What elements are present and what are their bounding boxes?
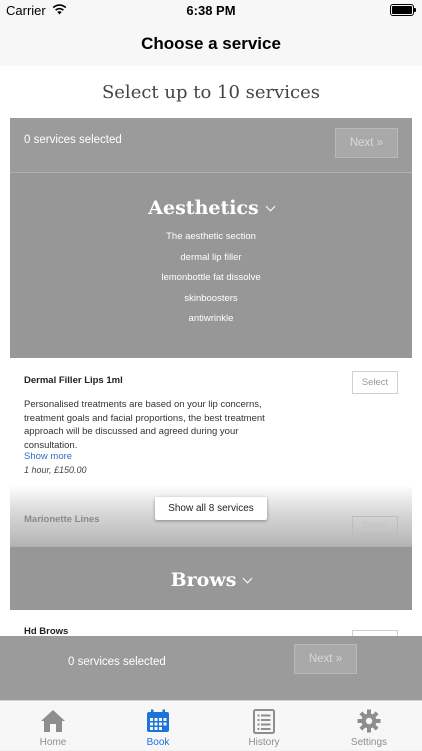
category-title-text: Brows [170, 569, 237, 591]
tab-history[interactable]: History [211, 701, 317, 751]
next-button-label: Next [349, 137, 374, 149]
next-button[interactable]: Next » [294, 644, 357, 674]
category-title-text: Aesthetics [148, 197, 259, 219]
tab-label: Settings [350, 737, 388, 748]
show-all-services-button[interactable]: Show all 8 services [155, 497, 267, 520]
select-service-button[interactable]: Select [352, 371, 398, 394]
category-aesthetics[interactable]: Aesthetics The aesthetic section dermal … [10, 172, 412, 358]
selected-count-label: 0 services selected [24, 134, 122, 146]
category-brows[interactable]: Brows [10, 546, 412, 610]
tab-settings[interactable]: Settings [316, 701, 422, 751]
double-chevron-right-icon: » [376, 137, 384, 149]
navigation-bar: Choose a service [0, 22, 422, 66]
tab-bar: Home Book History Settings [0, 700, 422, 750]
gear-icon [357, 709, 381, 733]
subsection-item[interactable]: dermal lip filler [10, 248, 412, 269]
status-bar: Carrier 6:38 PM [0, 0, 422, 22]
tab-label: Book [146, 737, 170, 748]
list-icon [253, 709, 275, 734]
select-service-button[interactable]: Select [352, 516, 398, 536]
category-subsections: The aesthetic section dermal lip filler … [10, 227, 412, 330]
chevron-down-icon [242, 573, 253, 584]
service-description: Personalised treatments are based on you… [24, 399, 265, 451]
tab-label: Home [39, 737, 67, 748]
clock-time: 6:38 PM [186, 3, 236, 18]
service-duration-price: 1 hour, £150.00 [24, 465, 87, 475]
show-more-link[interactable]: Show more [24, 451, 72, 462]
calendar-icon [147, 709, 169, 732]
battery-icon [390, 4, 416, 16]
subsection-item[interactable]: antiwrinkle [10, 309, 412, 330]
next-button-label: Next [308, 653, 333, 665]
double-chevron-right-icon: » [335, 653, 343, 665]
bottom-selection-bar: 0 services selected Next » [0, 636, 422, 700]
home-icon [41, 710, 65, 732]
subsection-item[interactable]: lemonbottle fat dissolve [10, 268, 412, 289]
tab-book[interactable]: Book [105, 701, 211, 751]
tab-home[interactable]: Home [0, 701, 106, 751]
page-title: Choose a service [141, 34, 281, 53]
subsection-item[interactable]: The aesthetic section [10, 227, 412, 248]
category-title: Brows [10, 569, 412, 591]
selection-counter-bar: 0 services selected Next » [10, 118, 412, 172]
subsection-item[interactable]: skinboosters [10, 289, 412, 310]
next-button[interactable]: Next » [335, 128, 398, 158]
service-name: Dermal Filler Lips 1ml [24, 375, 123, 386]
tab-label: History [248, 737, 280, 748]
service-list-content[interactable]: Select up to 10 services 0 services sele… [0, 66, 422, 700]
selected-count-label: 0 services selected [68, 656, 166, 668]
service-name: Marionette Lines [24, 514, 100, 525]
chevron-down-icon [265, 201, 276, 212]
select-limit-heading: Select up to 10 services [101, 82, 321, 103]
category-title: Aesthetics [10, 197, 412, 219]
